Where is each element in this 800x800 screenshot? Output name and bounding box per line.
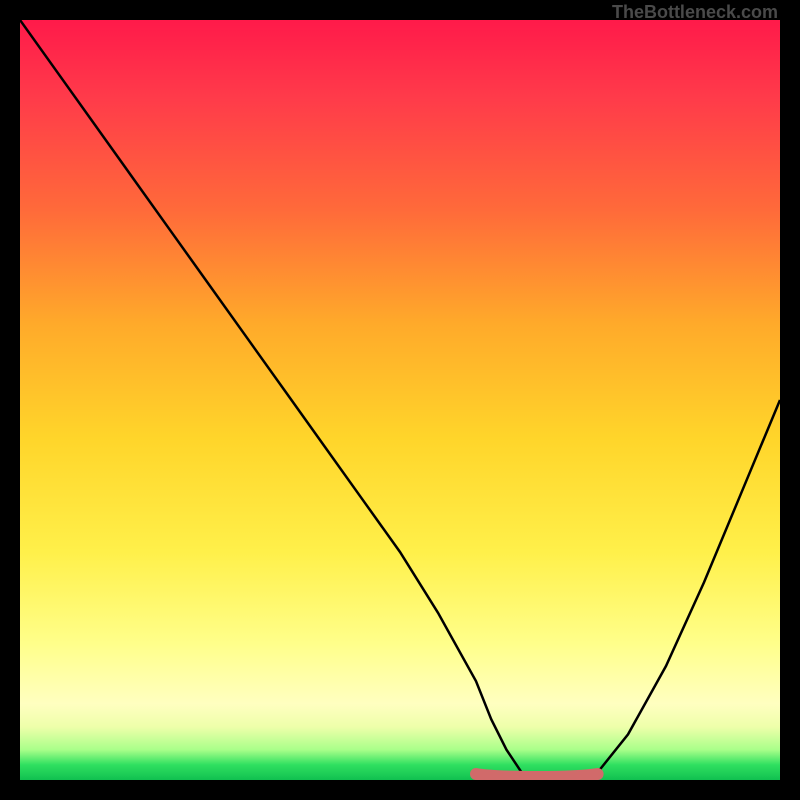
bottleneck-curve-path [20,20,780,780]
chart-plot-area [20,20,780,780]
attribution-text: TheBottleneck.com [612,2,778,23]
optimal-range-highlight [476,774,598,777]
bottleneck-curve-svg [20,20,780,780]
